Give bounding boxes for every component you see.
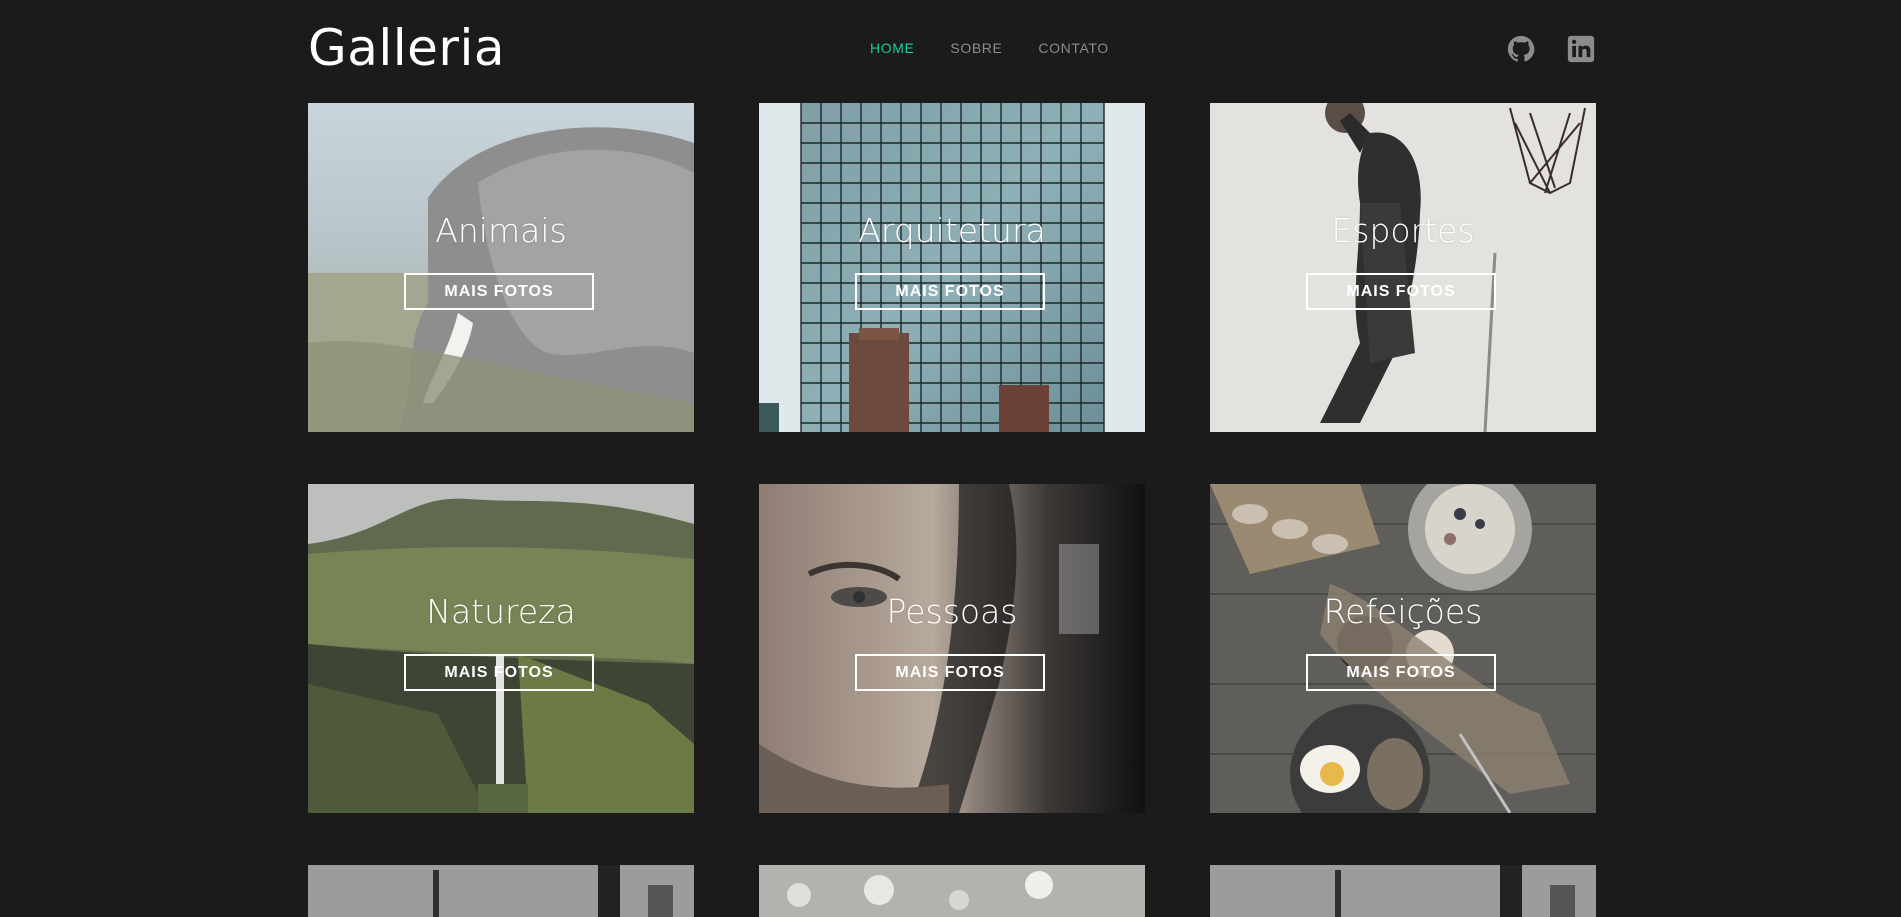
mais-fotos-button[interactable]: MAIS FOTOS	[1306, 654, 1496, 691]
gallery-card-refeicoes[interactable]: Refeições MAIS FOTOS	[1210, 484, 1596, 813]
mais-fotos-button[interactable]: MAIS FOTOS	[404, 654, 594, 691]
linkedin-link[interactable]	[1566, 34, 1596, 64]
card-title: Esportes	[1331, 211, 1475, 250]
nav-sobre[interactable]: SOBRE	[950, 38, 1002, 58]
card-title: Natureza	[426, 592, 576, 631]
mais-fotos-button[interactable]: MAIS FOTOS	[1306, 273, 1496, 310]
city-skyline-photo	[1210, 865, 1596, 917]
site-logo[interactable]: Galleria	[308, 18, 505, 78]
site-header: Galleria HOME SOBRE CONTATO	[308, 0, 1596, 100]
gallery-card-natureza[interactable]: Natureza MAIS FOTOS	[308, 484, 694, 813]
blurred-bokeh-photo	[759, 865, 1145, 917]
basketball-player-photo	[1210, 103, 1596, 432]
github-icon	[1507, 35, 1535, 62]
mais-fotos-button[interactable]: MAIS FOTOS	[855, 273, 1045, 310]
city-skyline-photo	[308, 865, 694, 917]
breakfast-table-photo	[1210, 484, 1596, 813]
nav-home[interactable]: HOME	[870, 38, 914, 58]
glass-building-photo	[759, 103, 1145, 432]
mais-fotos-button[interactable]: MAIS FOTOS	[855, 654, 1045, 691]
github-link[interactable]	[1506, 34, 1536, 64]
gallery-card-partial[interactable]	[308, 865, 694, 917]
gallery-card-partial[interactable]	[1210, 865, 1596, 917]
card-title: Animais	[435, 211, 567, 250]
gallery-card-partial[interactable]	[759, 865, 1145, 917]
nav-contato[interactable]: CONTATO	[1038, 38, 1108, 58]
card-title: Arquitetura	[858, 211, 1046, 250]
elephant-photo	[308, 103, 694, 432]
linkedin-icon	[1567, 35, 1595, 63]
gallery-card-esportes[interactable]: Esportes MAIS FOTOS	[1210, 103, 1596, 432]
card-title: Refeições	[1323, 592, 1483, 631]
social-links	[1506, 34, 1596, 64]
man-portrait-photo	[759, 484, 1145, 813]
card-title: Pessoas	[886, 592, 1018, 631]
mais-fotos-button[interactable]: MAIS FOTOS	[404, 273, 594, 310]
gallery-card-arquitetura[interactable]: Arquitetura MAIS FOTOS	[759, 103, 1145, 432]
gallery-page: Galleria HOME SOBRE CONTATO Animais MAIS…	[0, 0, 1901, 917]
waterfall-cliff-photo	[308, 484, 694, 813]
gallery-card-pessoas[interactable]: Pessoas MAIS FOTOS	[759, 484, 1145, 813]
main-nav: HOME SOBRE CONTATO	[870, 38, 1109, 58]
gallery-card-animais[interactable]: Animais MAIS FOTOS	[308, 103, 694, 432]
